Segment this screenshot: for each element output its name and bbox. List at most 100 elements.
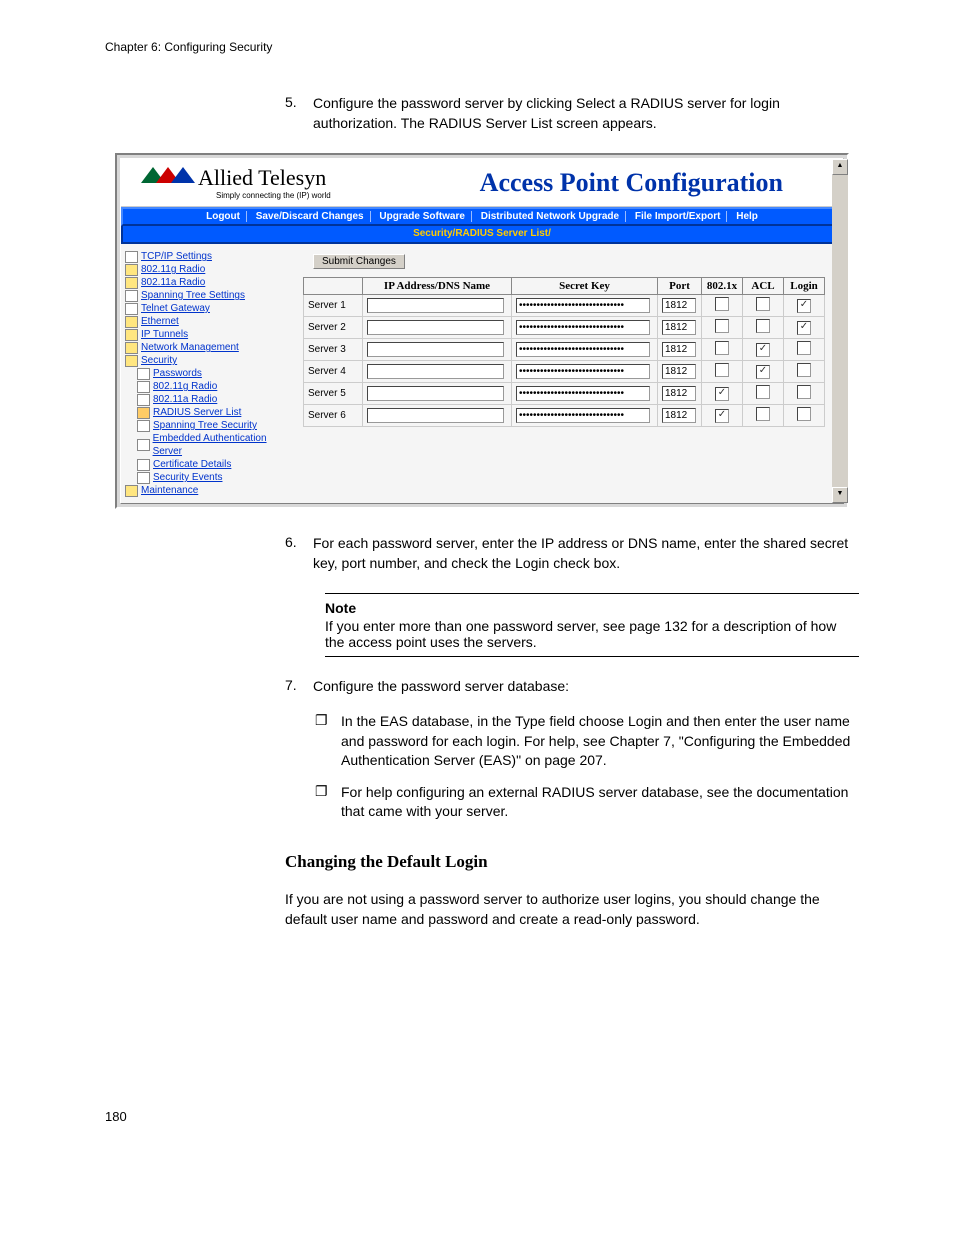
secret-cell — [512, 339, 658, 361]
secret-input[interactable] — [516, 320, 650, 335]
menu-file-import-export[interactable]: File Import/Export — [629, 211, 728, 222]
sidebar-link[interactable]: IP Tunnels — [141, 328, 188, 341]
sidebar-link[interactable]: Embedded Authentication Server — [153, 432, 293, 458]
port-input[interactable] — [662, 320, 696, 335]
page-icon — [137, 381, 150, 393]
page-icon — [137, 368, 150, 380]
checkbox[interactable] — [715, 297, 729, 311]
port-input[interactable] — [662, 364, 696, 379]
ip-input[interactable] — [367, 364, 504, 379]
port-input[interactable] — [662, 386, 696, 401]
checkbox[interactable] — [797, 341, 811, 355]
ip-input[interactable] — [367, 342, 504, 357]
logo-icon — [141, 165, 196, 188]
sidebar-item[interactable]: Ethernet — [125, 315, 293, 328]
menu-upgrade-software[interactable]: Upgrade Software — [373, 211, 472, 222]
ip-input[interactable] — [367, 298, 504, 313]
sidebar-item[interactable]: Embedded Authentication Server — [125, 432, 293, 458]
sidebar-link[interactable]: Security Events — [153, 471, 222, 484]
sidebar-item[interactable]: TCP/IP Settings — [125, 250, 293, 263]
sidebar-item[interactable]: Network Management — [125, 341, 293, 354]
checkbox[interactable]: ✓ — [756, 365, 770, 379]
checkbox[interactable] — [756, 385, 770, 399]
secret-input[interactable] — [516, 408, 650, 423]
sidebar-link[interactable]: Spanning Tree Settings — [141, 289, 245, 302]
sidebar-item[interactable]: Certificate Details — [125, 458, 293, 471]
sidebar-link[interactable]: 802.11g Radio — [141, 263, 205, 276]
sidebar-item[interactable]: 802.11a Radio — [125, 393, 293, 406]
sidebar-link[interactable]: Spanning Tree Security — [153, 419, 257, 432]
scroll-down-button[interactable]: ▼ — [832, 487, 848, 503]
checkbox[interactable]: ✓ — [797, 321, 811, 335]
folder-icon — [125, 264, 138, 276]
sidebar-item[interactable]: 802.11g Radio — [125, 263, 293, 276]
sidebar-item[interactable]: Maintenance — [125, 484, 293, 497]
menu-distributed-upgrade[interactable]: Distributed Network Upgrade — [475, 211, 626, 222]
login-cell — [784, 339, 825, 361]
sidebar-link[interactable]: Ethernet — [141, 315, 179, 328]
checkbox[interactable]: ✓ — [756, 343, 770, 357]
8021x-cell — [702, 295, 743, 317]
checkbox[interactable]: ✓ — [797, 299, 811, 313]
checkbox[interactable] — [797, 363, 811, 377]
scroll-up-button[interactable]: ▲ — [832, 159, 848, 175]
sidebar-item[interactable]: Security Events — [125, 471, 293, 484]
secret-input[interactable] — [516, 386, 650, 401]
secret-cell — [512, 317, 658, 339]
ip-cell — [363, 383, 512, 405]
menu-help[interactable]: Help — [730, 211, 764, 222]
checkbox[interactable] — [797, 407, 811, 421]
menu-save-discard[interactable]: Save/Discard Changes — [250, 211, 371, 222]
checkbox[interactable]: ✓ — [715, 387, 729, 401]
port-input[interactable] — [662, 298, 696, 313]
checkbox[interactable] — [797, 385, 811, 399]
sidebar-item[interactable]: 802.11g Radio — [125, 380, 293, 393]
checkbox[interactable]: ✓ — [715, 409, 729, 423]
sidebar-link[interactable]: RADIUS Server List — [153, 406, 241, 419]
submit-changes-button[interactable]: Submit Changes — [313, 254, 405, 269]
checkbox[interactable] — [715, 319, 729, 333]
sidebar-link[interactable]: Passwords — [153, 367, 202, 380]
secret-input[interactable] — [516, 298, 650, 313]
sidebar-item[interactable]: RADIUS Server List — [125, 406, 293, 419]
sidebar: TCP/IP Settings802.11g Radio802.11a Radi… — [121, 244, 297, 503]
menu-bar: Logout Save/Discard Changes Upgrade Soft… — [121, 207, 843, 226]
sidebar-link[interactable]: Certificate Details — [153, 458, 231, 471]
scrollbar[interactable]: ▲ ▼ — [832, 159, 848, 503]
checkbox[interactable] — [715, 363, 729, 377]
acl-cell — [743, 383, 784, 405]
folder-icon — [125, 342, 138, 354]
port-input[interactable] — [662, 408, 696, 423]
secret-cell — [512, 361, 658, 383]
sidebar-link[interactable]: TCP/IP Settings — [141, 250, 212, 263]
sidebar-item[interactable]: IP Tunnels — [125, 328, 293, 341]
sidebar-link[interactable]: Network Management — [141, 341, 239, 354]
sidebar-item[interactable]: Security — [125, 354, 293, 367]
ip-input[interactable] — [367, 320, 504, 335]
secret-input[interactable] — [516, 342, 650, 357]
sidebar-item[interactable]: Spanning Tree Settings — [125, 289, 293, 302]
ip-input[interactable] — [367, 386, 504, 401]
sidebar-link[interactable]: Telnet Gateway — [141, 302, 210, 315]
sidebar-link[interactable]: 802.11a Radio — [141, 276, 205, 289]
checkbox[interactable] — [715, 341, 729, 355]
column-header: ACL — [743, 278, 784, 295]
sidebar-link[interactable]: Security — [141, 354, 177, 367]
secret-input[interactable] — [516, 364, 650, 379]
page-sel-icon — [137, 407, 150, 419]
table-row: Server 2✓ — [304, 317, 825, 339]
sidebar-item[interactable]: Telnet Gateway — [125, 302, 293, 315]
checkbox[interactable] — [756, 297, 770, 311]
checkbox[interactable] — [756, 407, 770, 421]
ip-input[interactable] — [367, 408, 504, 423]
ip-cell — [363, 317, 512, 339]
checkbox[interactable] — [756, 319, 770, 333]
port-input[interactable] — [662, 342, 696, 357]
sidebar-link[interactable]: 802.11g Radio — [153, 380, 217, 393]
sidebar-item[interactable]: 802.11a Radio — [125, 276, 293, 289]
sidebar-item[interactable]: Passwords — [125, 367, 293, 380]
sidebar-item[interactable]: Spanning Tree Security — [125, 419, 293, 432]
sidebar-link[interactable]: Maintenance — [141, 484, 198, 497]
sidebar-link[interactable]: 802.11a Radio — [153, 393, 217, 406]
menu-logout[interactable]: Logout — [200, 211, 247, 222]
